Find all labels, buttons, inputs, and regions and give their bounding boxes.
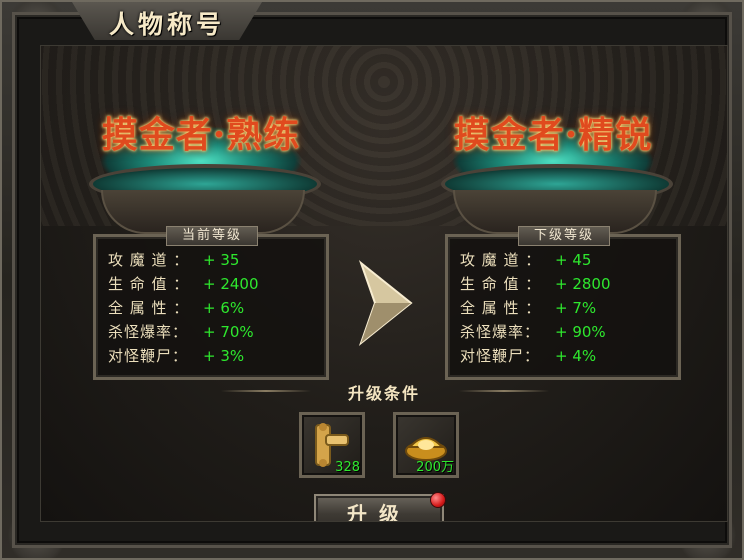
stat-value: + 70% — [203, 323, 254, 341]
stat-row: 全 属 性 ： + 7% — [460, 297, 596, 319]
stat-value: + 3% — [203, 347, 245, 365]
stat-row: 全 属 性 ： + 6% — [108, 297, 244, 319]
stat-key: 全 属 性 ： — [460, 299, 542, 317]
divider — [459, 390, 549, 392]
stat-value: + 2400 — [203, 275, 259, 293]
next-stats-box: 下级等级 攻 魔 道 ： + 45 生 命 值 ： + 2800 全 属 性 ： + … — [445, 226, 681, 380]
stat-row: 生 命 值 ： + 2800 — [460, 273, 611, 295]
current-title-panel: 摸金者·熟练 当前等级 攻 魔 道 ： + 35 生 命 值 ： + 2400 全 … — [71, 46, 331, 386]
stat-value: + 6% — [203, 299, 245, 317]
content-area: 摸金者·熟练 当前等级 攻 魔 道 ： + 35 生 命 值 ： + 2400 全 … — [40, 45, 728, 522]
material-slot-scroll[interactable]: 328 — [299, 412, 365, 478]
stat-row: 杀怪爆率： + 90% — [460, 321, 606, 343]
stat-key: 全 属 性 ： — [108, 299, 190, 317]
notification-dot — [430, 492, 446, 508]
upgrade-conditions-label: 升级条件 — [347, 384, 420, 403]
stat-row: 杀怪爆率： + 70% — [108, 321, 254, 343]
next-title-name: 摸金者·精锐 — [453, 114, 653, 156]
window-title: 人物称号 — [108, 10, 225, 39]
stat-key: 生 命 值 ： — [460, 275, 542, 293]
stat-value: + 4% — [555, 347, 597, 365]
stat-key: 对怪鞭尸： — [460, 347, 541, 365]
current-stats-box: 当前等级 攻 魔 道 ： + 35 生 命 值 ： + 2400 全 属 性 ： + … — [93, 226, 329, 380]
stat-value: + 90% — [555, 323, 606, 341]
stat-value: + 7% — [555, 299, 597, 317]
stat-key: 对怪鞭尸： — [108, 347, 189, 365]
stat-row: 对怪鞭尸： + 4% — [460, 345, 596, 367]
material-slot-gold[interactable]: 200万 — [393, 412, 459, 478]
stat-row: 对怪鞭尸： + 3% — [108, 345, 244, 367]
stat-key: 生 命 值 ： — [108, 275, 190, 293]
arrow-right-icon — [358, 260, 413, 346]
stat-key: 攻 魔 道 ： — [108, 251, 190, 269]
window-frame: 人物称号 摸金者·熟练 当前等级 攻 魔 道 ： + 35 生 命 值 ： + 24… — [0, 0, 744, 560]
stat-key: 杀怪爆率： — [108, 323, 189, 341]
stat-value: + 45 — [555, 251, 592, 269]
upgrade-button[interactable]: 升级 — [314, 494, 444, 521]
item-count: 328 — [335, 460, 360, 475]
current-level-label: 当前等级 — [166, 226, 258, 246]
stat-key: 攻 魔 道 ： — [460, 251, 542, 269]
stat-row: 生 命 值 ： + 2400 — [108, 273, 259, 295]
item-count: 200万 — [416, 460, 454, 475]
stat-row: 攻 魔 道 ： + 35 — [108, 249, 239, 271]
stat-value: + 2800 — [555, 275, 611, 293]
stat-value: + 35 — [203, 251, 240, 269]
current-title-name: 摸金者·熟练 — [101, 114, 301, 156]
next-title-panel: 摸金者·精锐 下级等级 攻 魔 道 ： + 45 生 命 值 ： + 2800 全 … — [423, 46, 683, 386]
next-level-label: 下级等级 — [518, 226, 610, 246]
stat-row: 攻 魔 道 ： + 45 — [460, 249, 591, 271]
stat-key: 杀怪爆率： — [460, 323, 541, 341]
